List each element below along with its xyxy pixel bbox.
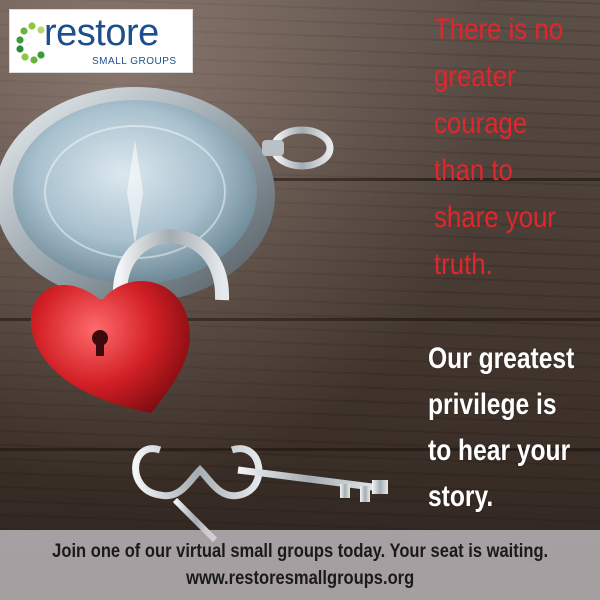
banner-text: Join one of our virtual small groups tod…	[0, 538, 600, 592]
logo-wordmark: restore	[44, 12, 159, 54]
restore-logo: restore SMALL GROUPS	[9, 9, 193, 73]
quote-line: Our greatest	[428, 342, 575, 375]
quote-line: story.	[428, 480, 494, 513]
quote-line: to hear your	[428, 434, 571, 467]
quote-line: truth.	[434, 248, 493, 281]
promo-graphic: restore SMALL GROUPS There is no greater…	[0, 0, 600, 600]
quote-line: greater	[434, 60, 516, 93]
logo-subtitle: SMALL GROUPS	[92, 56, 177, 67]
dot-circle-icon	[16, 22, 45, 64]
privilege-quote: Our greatest privilege is to hear your s…	[428, 336, 575, 520]
website-link[interactable]: www.restoresmallgroups.org	[0, 565, 600, 592]
quote-line: privilege is	[428, 388, 557, 421]
courage-quote: There is no greater courage than to shar…	[434, 6, 577, 288]
call-to-action-banner: Join one of our virtual small groups tod…	[0, 530, 600, 600]
banner-message: Join one of our virtual small groups tod…	[52, 541, 549, 562]
quote-line: than to	[434, 154, 513, 187]
quote-line: There is no	[434, 13, 564, 46]
quote-line: courage	[434, 107, 528, 140]
quote-line: share your	[434, 201, 556, 234]
